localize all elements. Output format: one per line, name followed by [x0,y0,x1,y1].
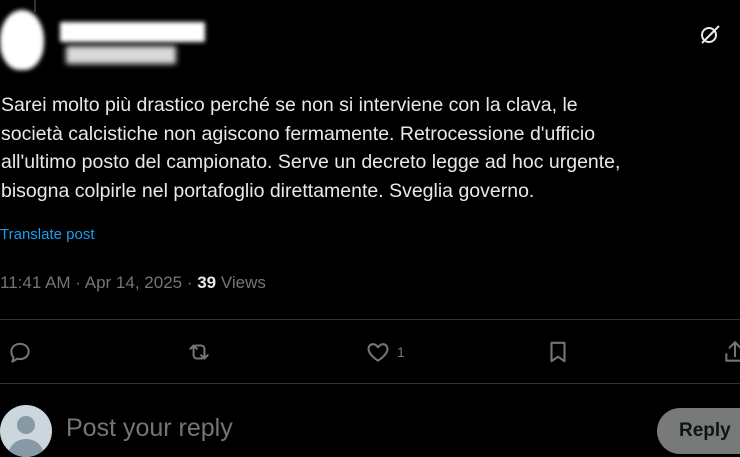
reply-button[interactable]: Reply [657,408,740,454]
reply-icon [10,342,30,363]
post-time[interactable]: 11:41 AM [0,273,71,292]
like-action-button[interactable]: 1 [365,339,405,365]
heart-icon [367,343,389,362]
views-count: 39 [197,273,217,292]
repost-action-button[interactable] [186,339,212,365]
post-date[interactable]: Apr 14, 2025 [85,273,182,292]
share-action-button[interactable] [722,339,740,365]
reply-action-button[interactable] [7,339,33,365]
share-icon [725,341,740,362]
translate-post-link[interactable]: Translate post [0,226,95,243]
post-meta: 11:41 AM · Apr 14, 2025 · 39 Views [0,273,266,293]
meta-separator: · [182,273,198,292]
author-name-redacted[interactable] [60,22,205,42]
like-count: 1 [397,344,405,360]
reply-input[interactable] [66,414,626,443]
default-avatar-icon [8,416,44,457]
repost-icon [189,344,209,360]
bookmark-action-button[interactable] [545,339,571,365]
author-handle-redacted[interactable] [66,46,176,64]
thread-connector-line [34,0,36,12]
grok-icon[interactable] [698,22,722,46]
post-text: Sarei molto più drastico perché se non s… [1,94,621,202]
bookmark-icon [550,341,566,363]
author-avatar-redacted[interactable] [0,10,44,70]
meta-separator: · [70,273,85,292]
divider-bottom [0,383,740,384]
divider-top [0,319,740,320]
views-label: Views [216,273,266,292]
my-avatar[interactable] [0,405,52,457]
